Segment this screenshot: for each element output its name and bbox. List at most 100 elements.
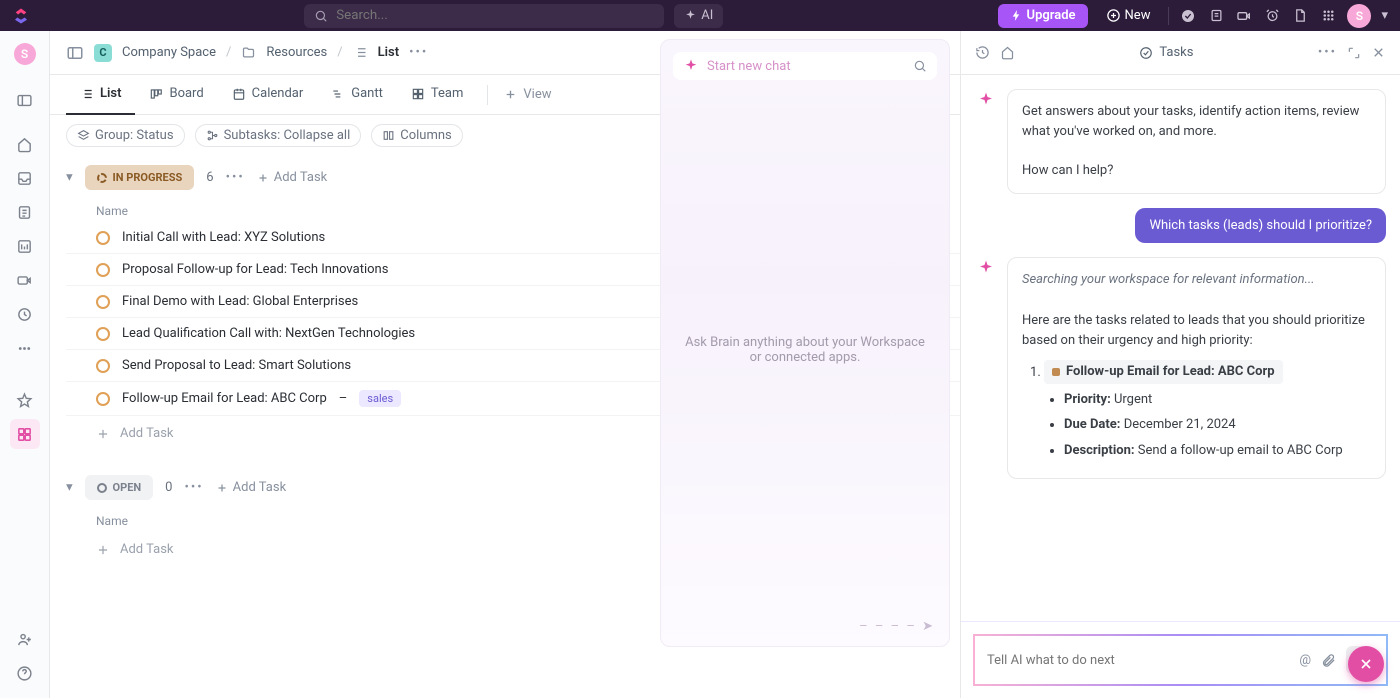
ai-button-top[interactable]: AI: [674, 4, 723, 28]
status-radial-icon[interactable]: [96, 392, 110, 406]
close-icon[interactable]: [1371, 45, 1386, 60]
group-add-task[interactable]: Add Task: [257, 170, 328, 185]
status-radial-icon[interactable]: [96, 295, 110, 309]
space-link[interactable]: Company Space: [122, 45, 216, 60]
user-avatar-top[interactable]: S: [1347, 4, 1371, 28]
history-icon[interactable]: [975, 45, 990, 60]
ai-panel-title: Tasks: [1025, 45, 1308, 60]
search-icon: [314, 9, 328, 23]
attach-icon[interactable]: [1321, 653, 1336, 668]
task-tag[interactable]: sales: [359, 390, 401, 407]
home-icon[interactable]: [10, 129, 40, 159]
view-team[interactable]: Team: [397, 75, 478, 115]
upgrade-button[interactable]: Upgrade: [998, 4, 1088, 28]
close-icon: [1358, 656, 1374, 672]
chevron-down-icon[interactable]: ▾: [1381, 8, 1388, 23]
ai-panel: Tasks ••• Get answers about your tasks, …: [960, 31, 1400, 698]
record-icon[interactable]: [1235, 7, 1253, 25]
status-pill-open[interactable]: OPEN: [85, 475, 154, 500]
clips-icon[interactable]: [10, 265, 40, 295]
docs-icon[interactable]: [10, 197, 40, 227]
breadcrumb-more[interactable]: •••: [409, 45, 428, 60]
status-dot-icon: [97, 483, 107, 493]
more-icon[interactable]: [10, 333, 40, 363]
task-link[interactable]: Follow-up Email for Lead: ABC Corp: [1044, 360, 1283, 384]
top-bar: AI Upgrade New S ▾: [0, 0, 1400, 31]
arrow-indicator: – – – – ➤: [859, 619, 937, 634]
sparkle-icon: [684, 9, 697, 22]
filter-subtasks[interactable]: Subtasks: Collapse all: [195, 124, 362, 147]
invite-icon[interactable]: [10, 624, 40, 654]
help-icon[interactable]: [10, 658, 40, 688]
lightning-icon: [1010, 9, 1023, 22]
plus-icon: [96, 427, 110, 441]
left-sidebar: S: [0, 31, 50, 698]
ai-message: Searching your workspace for relevant in…: [1007, 257, 1386, 480]
ai-text-input[interactable]: [987, 653, 1289, 668]
dashboards-icon[interactable]: [10, 231, 40, 261]
expand-icon[interactable]: [1347, 46, 1361, 60]
status-radial-icon[interactable]: [96, 263, 110, 277]
plus-icon: [504, 88, 517, 101]
brain-panel: Start new chat Ask Brain anything about …: [660, 39, 950, 647]
user-message: Which tasks (leads) should I prioritize?: [1135, 208, 1386, 243]
filter-columns[interactable]: Columns: [371, 124, 463, 147]
filter-group[interactable]: Group: Status: [66, 124, 185, 147]
home-icon-mini[interactable]: [1000, 45, 1015, 60]
status-radial-icon[interactable]: [96, 327, 110, 341]
chevron-down-icon[interactable]: ▸: [62, 484, 77, 491]
start-new-chat[interactable]: Start new chat: [673, 52, 937, 80]
status-pill-in-progress[interactable]: IN PROGRESS: [85, 165, 195, 190]
list-bc-icon: [353, 45, 368, 60]
sparkle-icon: [683, 58, 699, 74]
status-radial-icon[interactable]: [96, 231, 110, 245]
sidebar-collapse-icon[interactable]: [66, 44, 84, 62]
list-title[interactable]: List: [378, 45, 399, 60]
view-board[interactable]: Board: [135, 75, 217, 115]
folder-link[interactable]: Resources: [266, 45, 327, 60]
ai-panel-header: Tasks •••: [961, 31, 1400, 75]
favorites-icon[interactable]: [10, 385, 40, 415]
inbox-icon[interactable]: [10, 163, 40, 193]
workspace-avatar[interactable]: S: [14, 43, 36, 65]
group-more[interactable]: •••: [184, 480, 203, 495]
brain-hint: Ask Brain anything about your Workspace …: [673, 88, 937, 611]
mention-icon[interactable]: @: [1299, 653, 1311, 668]
chevron-down-icon[interactable]: ▸: [62, 174, 77, 181]
ai-icon: [975, 257, 997, 279]
doc-icon[interactable]: [1291, 7, 1309, 25]
list-view-icon: [80, 87, 94, 101]
content-area: C Company Space / Resources / List ••• L…: [50, 31, 1400, 698]
group-more[interactable]: •••: [226, 170, 245, 185]
layers-icon: [77, 129, 90, 142]
clickup-logo: [12, 7, 30, 25]
gantt-view-icon: [331, 87, 345, 101]
fab-close[interactable]: [1348, 646, 1384, 682]
calendar-view-icon: [232, 87, 246, 101]
search-icon[interactable]: [913, 59, 927, 73]
ai-icon: [975, 89, 997, 111]
ai-input[interactable]: @: [973, 634, 1388, 686]
view-list[interactable]: List: [66, 75, 135, 115]
spaces-icon[interactable]: [10, 419, 40, 449]
clock-alarm-icon[interactable]: [1263, 7, 1281, 25]
notepad-icon[interactable]: [1207, 7, 1225, 25]
apps-icon[interactable]: [1319, 7, 1337, 25]
sidebar-toggle-icon[interactable]: [10, 85, 40, 115]
add-view[interactable]: View: [504, 87, 551, 102]
status-radial-icon[interactable]: [96, 359, 110, 373]
search-input[interactable]: [336, 8, 654, 23]
more-icon[interactable]: •••: [1318, 45, 1337, 60]
space-badge[interactable]: C: [94, 44, 112, 62]
new-button[interactable]: New: [1098, 4, 1159, 28]
timesheets-icon[interactable]: [10, 299, 40, 329]
global-search[interactable]: [304, 4, 664, 28]
group-count: 6: [206, 170, 213, 185]
view-gantt[interactable]: Gantt: [317, 75, 397, 115]
columns-icon: [382, 129, 395, 142]
group-add-task[interactable]: Add Task: [216, 480, 287, 495]
check-circle-icon[interactable]: [1179, 7, 1197, 25]
check-circle-icon: [1139, 46, 1153, 60]
view-calendar[interactable]: Calendar: [218, 75, 318, 115]
task-dot-icon: [1052, 368, 1060, 376]
